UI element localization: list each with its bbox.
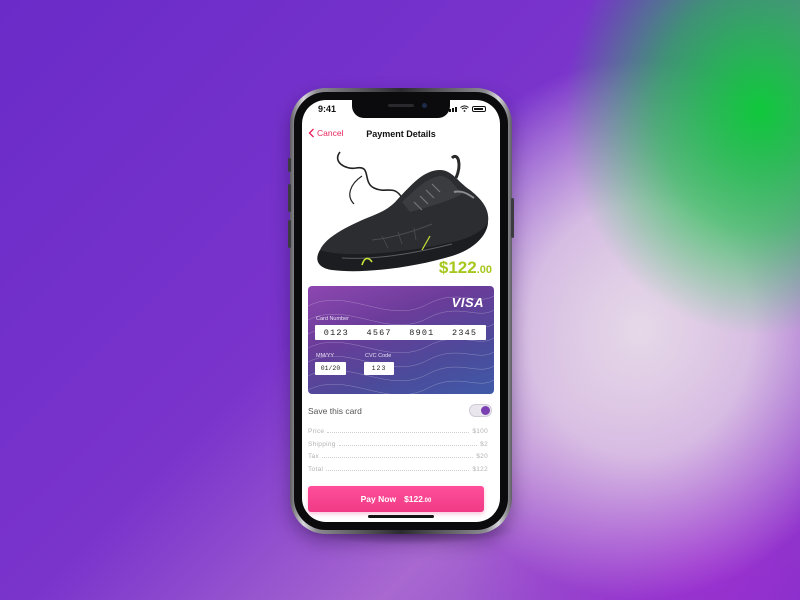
summary-row-total: Total $122 (308, 466, 488, 479)
pay-amount-main: $122 (404, 494, 423, 504)
speaker (388, 104, 414, 107)
front-camera (422, 103, 427, 108)
summary-value: $100 (472, 428, 488, 435)
card-number-group: 8901 (409, 327, 435, 338)
pay-amount-cents: .00 (423, 498, 432, 504)
visa-logo: VISA (451, 295, 484, 310)
summary-label: Shipping (308, 440, 336, 448)
expiry-label: MM/YY (316, 353, 335, 359)
notch (352, 100, 450, 118)
pay-now-button[interactable]: Pay Now $122.00 (308, 486, 484, 512)
summary-label: Total (308, 465, 324, 473)
phone-screen: 9:41 Cancel Payment Details $122.00 VISA… (302, 100, 500, 522)
side-button (511, 198, 514, 238)
summary-row-tax: Tax $20 (308, 453, 488, 466)
status-time: 9:41 (318, 104, 337, 114)
summary-label: Price (308, 428, 325, 435)
pay-now-label: Pay Now (360, 494, 397, 504)
leader-dots (338, 444, 478, 446)
summary-value: $2 (480, 440, 488, 448)
expiry-field[interactable]: 01/20 (315, 362, 346, 375)
credit-card: VISA Card Number 0123 4567 8901 2345 MM/… (308, 286, 494, 394)
cvc-label: CVC Code (365, 353, 392, 359)
save-card-toggle[interactable] (469, 404, 492, 417)
status-icons (446, 105, 486, 112)
wifi-icon (460, 105, 469, 112)
pay-now-amount: $122.00 (404, 494, 431, 504)
card-number-group: 0123 (323, 327, 349, 338)
page-title: Payment Details (366, 129, 436, 139)
summary-value: $20 (476, 453, 488, 460)
volume-down-button (288, 220, 291, 248)
cvc-field[interactable]: 123 (364, 362, 394, 375)
save-card-row: Save this card (308, 404, 494, 418)
volume-up-button (288, 184, 291, 212)
card-number-group: 2345 (452, 327, 478, 338)
phone-frame: 9:41 Cancel Payment Details $122.00 VISA… (288, 88, 514, 534)
summary-row-shipping: Shipping $2 (308, 441, 488, 454)
toggle-knob (481, 406, 490, 415)
card-number-label: Card Number (316, 316, 350, 322)
summary-label: Tax (308, 453, 320, 460)
mute-switch (288, 158, 291, 172)
leader-dots (327, 432, 470, 433)
battery-icon (472, 106, 486, 112)
save-card-label: Save this card (308, 406, 362, 416)
product-price: $122.00 (439, 258, 492, 278)
leader-dots (322, 457, 474, 458)
leader-dots (326, 469, 470, 471)
home-indicator[interactable] (368, 515, 434, 518)
card-number-field[interactable]: 0123 4567 8901 2345 (315, 325, 486, 340)
summary-row-price: Price $100 (308, 428, 488, 441)
summary-value: $122 (472, 465, 488, 473)
product-price-main: $122 (438, 258, 477, 277)
card-number-group: 4567 (366, 327, 392, 338)
product-price-cents: .00 (476, 264, 492, 276)
order-summary: Price $100 Shipping $2 Tax $20 Total $122 (308, 428, 488, 478)
